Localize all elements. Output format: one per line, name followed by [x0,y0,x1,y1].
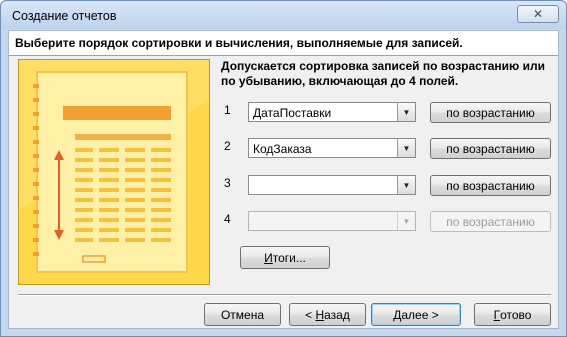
sort-field-3-combo[interactable]: ▼ [248,175,416,195]
sort-row-2-number: 2 [224,139,231,153]
summary-options-button[interactable]: Итоги... [240,246,330,269]
chevron-down-icon: ▼ [397,212,415,230]
sort-row-4-number: 4 [224,212,231,226]
chevron-down-icon[interactable]: ▼ [397,139,415,157]
instruction-banner: Выберите порядок сортировки и вычисления… [9,31,558,56]
chevron-down-icon[interactable]: ▼ [397,176,415,194]
sort-field-4-combo: ▼ [248,211,416,231]
back-button[interactable]: < Назад [289,303,366,326]
sort-field-1-value: ДатаПоставки [253,106,332,120]
sort-field-2-value: КодЗаказа [253,142,312,156]
back-label-rest: азад [324,307,350,322]
sort-field-2-combo[interactable]: КодЗаказа ▼ [248,138,416,158]
finish-label-rest: отово [500,307,532,322]
instruction-text: Выберите порядок сортировки и вычисления… [15,36,463,50]
sort-order-2-button[interactable]: по возрастанию [430,138,551,159]
sort-field-1-combo[interactable]: ДатаПоставки ▼ [248,102,416,122]
next-button[interactable]: Далее > [371,303,461,326]
back-hotkey: Н [315,307,325,322]
finish-button[interactable]: Готово [474,303,551,326]
sort-row-3-number: 3 [224,176,231,190]
sort-row-1-number: 1 [224,103,231,117]
report-wizard-window: Создание отчетов ✕ Выберите порядок сорт… [0,0,567,337]
summary-label-rest: тоги... [272,250,306,265]
report-page-icon [19,60,209,284]
close-button[interactable]: ✕ [517,5,559,23]
summary-hotkey: И [264,250,273,265]
sort-order-4-button: по возрастанию [430,211,551,232]
next-hotkey: Д [393,307,402,322]
window-title: Создание отчетов [12,9,117,23]
close-icon: ✕ [532,7,544,21]
title-bar[interactable]: Создание отчетов ✕ [1,1,566,29]
next-label-rest: алее > [401,307,439,322]
sort-order-1-button[interactable]: по возрастанию [430,102,551,123]
wizard-body: Выберите порядок сортировки и вычисления… [8,30,559,329]
report-preview-illustration [18,59,210,285]
chevron-down-icon[interactable]: ▼ [397,103,415,121]
back-prefix: < [305,307,316,322]
cancel-button[interactable]: Отмена [204,303,281,326]
footer-separator [18,294,551,296]
sort-hint-text: Допускается сортировка записей по возрас… [221,59,545,88]
sort-order-3-button[interactable]: по возрастанию [430,175,551,196]
